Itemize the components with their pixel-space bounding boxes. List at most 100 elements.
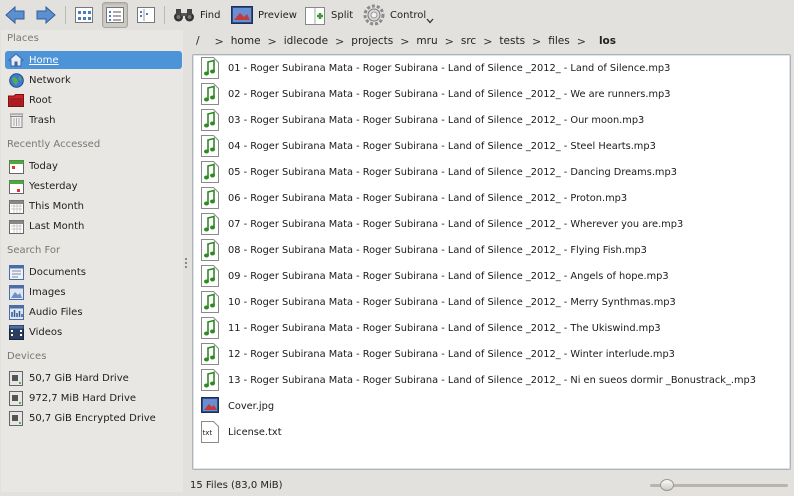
arrow-right-icon xyxy=(35,4,57,26)
audio-file-icon xyxy=(201,109,219,131)
chevron-right-icon: > xyxy=(400,34,410,48)
file-row[interactable]: 10 - Roger Subirana Mata - Roger Subiran… xyxy=(201,290,676,314)
sidebar-item-label: Images xyxy=(29,286,66,298)
breadcrumb-segment[interactable]: idlecode > xyxy=(284,35,352,48)
calendar-month-icon xyxy=(8,198,24,214)
breadcrumb-root-label: / xyxy=(196,35,200,47)
file-row[interactable]: 13 - Roger Subirana Mata - Roger Subiran… xyxy=(201,368,756,392)
breadcrumb-segment-label: tests xyxy=(499,35,526,47)
breadcrumb-segment-label: idlecode xyxy=(283,35,329,47)
sidebar-item-documents[interactable]: Documents xyxy=(5,263,182,281)
file-row[interactable]: 03 - Roger Subirana Mata - Roger Subiran… xyxy=(201,108,644,132)
file-row[interactable]: 12 - Roger Subirana Mata - Roger Subiran… xyxy=(201,342,675,366)
breadcrumb-segment-label: src xyxy=(460,35,477,47)
chevron-right-icon: > xyxy=(335,34,345,48)
home-icon xyxy=(8,52,24,68)
columns-view-button[interactable] xyxy=(133,2,159,28)
audio-file-icon xyxy=(201,239,219,261)
sidebar-item-audio-files[interactable]: Audio Files xyxy=(5,303,182,321)
sidebar-item-label: Videos xyxy=(29,326,63,338)
file-row[interactable]: 09 - Roger Subirana Mata - Roger Subiran… xyxy=(201,264,669,288)
sidebar-item-home[interactable]: Home xyxy=(5,51,182,69)
sidebar-item-images[interactable]: Images xyxy=(5,283,182,301)
file-row[interactable]: 08 - Roger Subirana Mata - Roger Subiran… xyxy=(201,238,647,262)
sidebar-item-label: 972,7 MiB Hard Drive xyxy=(29,392,137,404)
file-row[interactable]: 11 - Roger Subirana Mata - Roger Subiran… xyxy=(201,316,661,340)
breadcrumb-current[interactable]: los xyxy=(593,35,616,47)
control-button[interactable]: Control xyxy=(363,2,434,28)
find-label: Find xyxy=(200,9,221,21)
preview-icon xyxy=(231,4,253,26)
file-row[interactable]: Cover.jpg xyxy=(201,394,274,418)
details-view-button[interactable] xyxy=(102,2,128,28)
file-list[interactable]: 01 - Roger Subirana Mata - Roger Subiran… xyxy=(192,54,791,470)
file-row[interactable]: 02 - Roger Subirana Mata - Roger Subiran… xyxy=(201,82,671,106)
split-button[interactable]: Split xyxy=(304,2,353,28)
breadcrumb-segment-label: home xyxy=(230,35,261,47)
sidebar-item-label: Root xyxy=(29,94,52,106)
documents-icon xyxy=(8,264,24,280)
toolbar-separator xyxy=(164,6,165,24)
icons-view-icon xyxy=(71,2,97,28)
sidebar-item-network[interactable]: Network xyxy=(5,71,182,89)
audio-file-icon xyxy=(201,265,219,287)
file-name: 11 - Roger Subirana Mata - Roger Subiran… xyxy=(228,322,661,334)
breadcrumb-segment[interactable]: projects > xyxy=(351,35,416,48)
sidebar-item-label: Home xyxy=(29,54,59,66)
file-row[interactable]: 04 - Roger Subirana Mata - Roger Subiran… xyxy=(201,134,656,158)
sidebar-item-label: 50,7 GiB Encrypted Drive xyxy=(29,412,156,424)
file-name: License.txt xyxy=(228,426,282,438)
sidebar-item-videos[interactable]: Videos xyxy=(5,323,182,341)
file-name: 10 - Roger Subirana Mata - Roger Subiran… xyxy=(228,296,676,308)
find-button[interactable]: Find xyxy=(173,2,221,28)
back-button[interactable] xyxy=(4,2,26,28)
sidebar-item-encrypted-drive[interactable]: 50,7 GiB Encrypted Drive xyxy=(5,409,182,427)
sidebar-item-hard-drive-2[interactable]: 972,7 MiB Hard Drive xyxy=(5,389,182,407)
audio-file-icon xyxy=(201,187,219,209)
hard-drive-icon xyxy=(8,390,24,406)
breadcrumb-root[interactable]: / > xyxy=(196,35,231,48)
breadcrumb-segment-label: files xyxy=(548,35,570,47)
file-name: 08 - Roger Subirana Mata - Roger Subiran… xyxy=(228,244,647,256)
file-name: 13 - Roger Subirana Mata - Roger Subiran… xyxy=(228,374,756,386)
preview-label: Preview xyxy=(258,9,297,21)
breadcrumb-segment[interactable]: mru > xyxy=(416,35,460,48)
sidebar-item-label: 50,7 GiB Hard Drive xyxy=(29,372,129,384)
file-name: 09 - Roger Subirana Mata - Roger Subiran… xyxy=(228,270,669,282)
icons-view-button[interactable] xyxy=(71,2,97,28)
sidebar-item-this-month[interactable]: This Month xyxy=(5,197,182,215)
toolbar-separator xyxy=(65,6,66,24)
file-row[interactable]: 07 - Roger Subirana Mata - Roger Subiran… xyxy=(201,212,683,236)
sidebar-item-yesterday[interactable]: Yesterday xyxy=(5,177,182,195)
hard-drive-icon xyxy=(8,370,24,386)
zoom-slider[interactable] xyxy=(650,479,790,491)
audio-file-icon xyxy=(201,317,219,339)
details-view-icon xyxy=(102,2,128,28)
sidebar-item-label: Today xyxy=(29,160,58,172)
sidebar-item-label: Documents xyxy=(29,266,87,278)
file-row[interactable]: 06 - Roger Subirana Mata - Roger Subiran… xyxy=(201,186,627,210)
audio-file-icon xyxy=(201,213,219,235)
sidebar-item-root[interactable]: Root xyxy=(5,91,182,109)
breadcrumb-segment[interactable]: tests > xyxy=(499,35,548,48)
breadcrumb-segment[interactable]: home > xyxy=(231,35,284,48)
file-row[interactable]: txt License.txt xyxy=(201,420,282,444)
sidebar-item-trash[interactable]: Trash xyxy=(5,111,182,129)
sidebar-splitter-handle[interactable] xyxy=(185,258,188,270)
breadcrumb-segment[interactable]: src > xyxy=(461,35,500,48)
sidebar-item-label: Network xyxy=(29,74,71,86)
file-name: 12 - Roger Subirana Mata - Roger Subiran… xyxy=(228,348,675,360)
preview-button[interactable]: Preview xyxy=(231,2,297,28)
forward-button[interactable] xyxy=(35,2,57,28)
sidebar-item-today[interactable]: Today xyxy=(5,157,182,175)
file-row[interactable]: 05 - Roger Subirana Mata - Roger Subiran… xyxy=(201,160,677,184)
zoom-slider-handle[interactable] xyxy=(660,479,674,491)
places-header: Places xyxy=(7,33,39,44)
search-for-header: Search For xyxy=(7,245,61,256)
file-row[interactable]: 01 - Roger Subirana Mata - Roger Subiran… xyxy=(201,56,670,80)
breadcrumb-segment[interactable]: files > xyxy=(548,35,593,48)
calendar-last-month-icon xyxy=(8,218,24,234)
sidebar-item-last-month[interactable]: Last Month xyxy=(5,217,182,235)
columns-view-icon xyxy=(133,2,159,28)
sidebar-item-hard-drive-1[interactable]: 50,7 GiB Hard Drive xyxy=(5,369,182,387)
